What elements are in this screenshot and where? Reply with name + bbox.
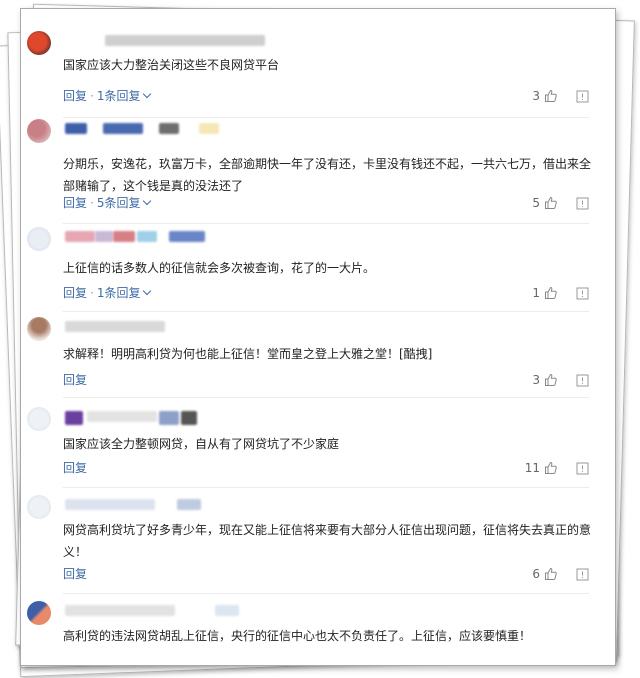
comment-stats: 3 (532, 371, 589, 389)
flag-box-icon[interactable] (576, 90, 589, 103)
comment-actions: 回复 (63, 565, 87, 583)
thumbs-up-icon[interactable] (544, 89, 558, 103)
comment-stats: 5 (532, 194, 589, 212)
reply-link[interactable]: 回复 (63, 371, 87, 389)
username-blurred (65, 31, 365, 47)
avatar[interactable] (27, 119, 51, 143)
comment-stats: 3 (532, 87, 589, 105)
comment-stats: 11 (525, 459, 589, 477)
separator: · (90, 196, 94, 210)
reply-link[interactable]: 回复 (63, 194, 87, 212)
chevron-down-icon (143, 196, 152, 206)
divider (63, 223, 589, 224)
view-replies-link[interactable]: 1条回复 (96, 87, 152, 105)
like-count: 3 (532, 89, 540, 103)
avatar[interactable] (27, 601, 51, 625)
divider (63, 311, 589, 312)
avatar[interactable] (27, 495, 51, 519)
separator: · (90, 89, 94, 103)
comment-actions: 回复 · 1条回复 (63, 284, 152, 302)
avatar[interactable] (27, 31, 51, 55)
thumbs-up-icon[interactable] (544, 373, 558, 387)
flag-box-icon[interactable] (576, 287, 589, 300)
reply-link[interactable]: 回复 (63, 565, 87, 583)
divider (63, 117, 589, 118)
reply-link[interactable]: 回复 (63, 284, 87, 302)
username-blurred (65, 601, 365, 617)
thumbs-up-icon[interactable] (544, 196, 558, 210)
thumbs-up-icon[interactable] (544, 461, 558, 475)
comment-text: 国家应该大力整治关闭这些不良网贷平台 (63, 58, 280, 72)
username-blurred (65, 119, 365, 135)
divider (63, 397, 589, 398)
thumbs-up-icon[interactable] (544, 567, 558, 581)
comment-actions: 回复 · 5条回复 (63, 194, 152, 212)
like-count: 5 (532, 196, 540, 210)
comment-actions: 回复 (63, 459, 87, 477)
comment-list: 国家应该大力整治关闭这些不良网贷平台 回复 · 1条回复 3 分期乐，安逸花，玖富万… (20, 8, 616, 666)
like-count: 11 (524, 461, 540, 475)
comment-text: 网贷高利贷坑了好多青少年，现在又能上征信将来要有大部分人征信出现问题，征信将失去… (63, 523, 592, 559)
comment-stats: 6 (532, 565, 589, 583)
reply-link[interactable]: 回复 (63, 87, 87, 105)
chevron-down-icon (143, 286, 152, 296)
flag-box-icon[interactable] (576, 374, 589, 387)
comment-text: 高利贷的违法网贷胡乱上征信，央行的征信中心也太不负责任了。上征信，应该要慎重！ (63, 629, 532, 643)
comment-stats: 1 (532, 284, 589, 302)
view-replies-link[interactable]: 1条回复 (96, 284, 152, 302)
like-count: 6 (532, 567, 540, 581)
username-blurred (65, 407, 365, 425)
comment-actions: 回复 · 1条回复 (63, 87, 152, 105)
separator: · (90, 286, 94, 300)
comment-text: 分期乐，安逸花，玖富万卡，全部逾期快一年了没有还，卡里没有钱还不起，一共六七万，… (63, 157, 592, 193)
username-blurred (65, 317, 365, 333)
avatar[interactable] (27, 407, 51, 431)
username-blurred (65, 495, 365, 511)
comment-text: 上征信的话多数人的征信就会多次被查询，花了的一大片。 (63, 261, 376, 275)
view-replies-link[interactable]: 5条回复 (96, 194, 152, 212)
like-count: 1 (532, 286, 540, 300)
divider (63, 487, 589, 488)
avatar[interactable] (27, 227, 51, 251)
flag-box-icon[interactable] (576, 568, 589, 581)
avatar[interactable] (27, 317, 51, 341)
comment-actions: 回复 (63, 371, 87, 389)
replies-count: 1条回复 (96, 286, 141, 300)
flag-box-icon[interactable] (576, 197, 589, 210)
flag-box-icon[interactable] (576, 462, 589, 475)
replies-count: 5条回复 (96, 196, 141, 210)
like-count: 3 (532, 373, 540, 387)
chevron-down-icon (143, 89, 152, 99)
username-blurred (65, 227, 365, 243)
thumbs-up-icon[interactable] (544, 286, 558, 300)
divider (63, 593, 589, 594)
reply-link[interactable]: 回复 (63, 459, 87, 477)
comment-text: 国家应该全力整顿网贷，自从有了网贷坑了不少家庭 (63, 437, 340, 451)
replies-count: 1条回复 (96, 89, 141, 103)
comment-text: 求解释！明明高利贷为何也能上征信！堂而皇之登上大雅之堂！[酷拽] (63, 347, 433, 361)
